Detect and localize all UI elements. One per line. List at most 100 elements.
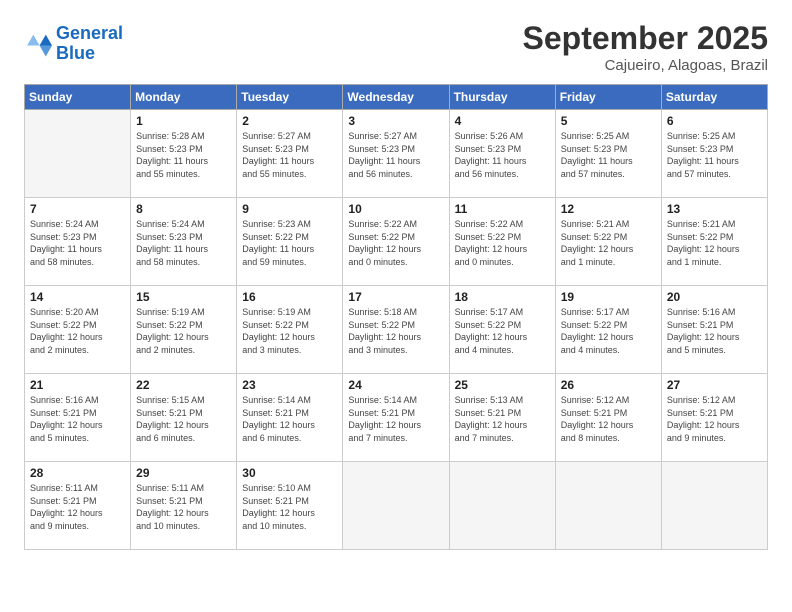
weekday-header-tuesday: Tuesday — [237, 85, 343, 110]
calendar-table: SundayMondayTuesdayWednesdayThursdayFrid… — [24, 84, 768, 550]
day-number: 10 — [348, 202, 443, 216]
day-info: Sunrise: 5:16 AM Sunset: 5:21 PM Dayligh… — [30, 394, 125, 444]
day-number: 28 — [30, 466, 125, 480]
calendar-cell: 24 Sunrise: 5:14 AM Sunset: 5:21 PM Dayli… — [343, 374, 449, 462]
day-info: Sunrise: 5:23 AM Sunset: 5:22 PM Dayligh… — [242, 218, 337, 268]
calendar-cell: 10 Sunrise: 5:22 AM Sunset: 5:22 PM Dayli… — [343, 198, 449, 286]
day-info: Sunrise: 5:11 AM Sunset: 5:21 PM Dayligh… — [136, 482, 231, 532]
logo-text: General Blue — [56, 24, 123, 64]
calendar-cell: 30 Sunrise: 5:10 AM Sunset: 5:21 PM Dayli… — [237, 462, 343, 550]
day-info: Sunrise: 5:22 AM Sunset: 5:22 PM Dayligh… — [455, 218, 550, 268]
day-info: Sunrise: 5:18 AM Sunset: 5:22 PM Dayligh… — [348, 306, 443, 356]
calendar-cell — [661, 462, 767, 550]
day-number: 8 — [136, 202, 231, 216]
day-info: Sunrise: 5:22 AM Sunset: 5:22 PM Dayligh… — [348, 218, 443, 268]
day-info: Sunrise: 5:10 AM Sunset: 5:21 PM Dayligh… — [242, 482, 337, 532]
calendar-cell: 18 Sunrise: 5:17 AM Sunset: 5:22 PM Dayli… — [449, 286, 555, 374]
day-info: Sunrise: 5:12 AM Sunset: 5:21 PM Dayligh… — [667, 394, 762, 444]
day-number: 3 — [348, 114, 443, 128]
day-number: 17 — [348, 290, 443, 304]
title-block: September 2025 Cajueiro, Alagoas, Brazil — [523, 20, 768, 74]
calendar-cell: 9 Sunrise: 5:23 AM Sunset: 5:22 PM Daylig… — [237, 198, 343, 286]
calendar-cell — [343, 462, 449, 550]
calendar-cell: 27 Sunrise: 5:12 AM Sunset: 5:21 PM Dayli… — [661, 374, 767, 462]
calendar-cell: 14 Sunrise: 5:20 AM Sunset: 5:22 PM Dayli… — [25, 286, 131, 374]
location: Cajueiro, Alagoas, Brazil — [523, 57, 768, 74]
weekday-header-wednesday: Wednesday — [343, 85, 449, 110]
day-info: Sunrise: 5:11 AM Sunset: 5:21 PM Dayligh… — [30, 482, 125, 532]
day-number: 27 — [667, 378, 762, 392]
day-info: Sunrise: 5:21 AM Sunset: 5:22 PM Dayligh… — [561, 218, 656, 268]
calendar-cell: 26Sunrise: 5:12 AM Sunset: 5:21 PM Dayli… — [555, 374, 661, 462]
day-info: Sunrise: 5:27 AM Sunset: 5:23 PM Dayligh… — [348, 130, 443, 180]
day-info: Sunrise: 5:13 AM Sunset: 5:21 PM Dayligh… — [455, 394, 550, 444]
day-number: 16 — [242, 290, 337, 304]
calendar-cell: 11Sunrise: 5:22 AM Sunset: 5:22 PM Dayli… — [449, 198, 555, 286]
week-row-4: 21 Sunrise: 5:16 AM Sunset: 5:21 PM Dayli… — [25, 374, 768, 462]
day-info: Sunrise: 5:24 AM Sunset: 5:23 PM Dayligh… — [136, 218, 231, 268]
calendar-cell: 25Sunrise: 5:13 AM Sunset: 5:21 PM Dayli… — [449, 374, 555, 462]
day-info: Sunrise: 5:28 AM Sunset: 5:23 PM Dayligh… — [136, 130, 231, 180]
day-number: 15 — [136, 290, 231, 304]
week-row-2: 7 Sunrise: 5:24 AM Sunset: 5:23 PM Daylig… — [25, 198, 768, 286]
calendar-cell: 7 Sunrise: 5:24 AM Sunset: 5:23 PM Daylig… — [25, 198, 131, 286]
day-info: Sunrise: 5:17 AM Sunset: 5:22 PM Dayligh… — [455, 306, 550, 356]
day-number: 22 — [136, 378, 231, 392]
day-number: 24 — [348, 378, 443, 392]
calendar-cell: 29Sunrise: 5:11 AM Sunset: 5:21 PM Dayli… — [131, 462, 237, 550]
calendar-cell: 3 Sunrise: 5:27 AM Sunset: 5:23 PM Daylig… — [343, 110, 449, 198]
day-info: Sunrise: 5:20 AM Sunset: 5:22 PM Dayligh… — [30, 306, 125, 356]
day-number: 30 — [242, 466, 337, 480]
day-number: 2 — [242, 114, 337, 128]
logo: General Blue — [24, 24, 123, 64]
day-info: Sunrise: 5:19 AM Sunset: 5:22 PM Dayligh… — [136, 306, 231, 356]
day-info: Sunrise: 5:12 AM Sunset: 5:21 PM Dayligh… — [561, 394, 656, 444]
day-info: Sunrise: 5:25 AM Sunset: 5:23 PM Dayligh… — [667, 130, 762, 180]
day-number: 14 — [30, 290, 125, 304]
day-info: Sunrise: 5:25 AM Sunset: 5:23 PM Dayligh… — [561, 130, 656, 180]
day-number: 4 — [455, 114, 550, 128]
day-info: Sunrise: 5:21 AM Sunset: 5:22 PM Dayligh… — [667, 218, 762, 268]
calendar-cell — [555, 462, 661, 550]
day-info: Sunrise: 5:24 AM Sunset: 5:23 PM Dayligh… — [30, 218, 125, 268]
day-info: Sunrise: 5:15 AM Sunset: 5:21 PM Dayligh… — [136, 394, 231, 444]
calendar-cell: 8 Sunrise: 5:24 AM Sunset: 5:23 PM Daylig… — [131, 198, 237, 286]
day-number: 5 — [561, 114, 656, 128]
day-number: 23 — [242, 378, 337, 392]
day-number: 12 — [561, 202, 656, 216]
day-info: Sunrise: 5:14 AM Sunset: 5:21 PM Dayligh… — [242, 394, 337, 444]
logo-blue: Blue — [56, 43, 95, 63]
day-number: 20 — [667, 290, 762, 304]
day-number: 18 — [455, 290, 550, 304]
calendar-cell — [25, 110, 131, 198]
day-number: 6 — [667, 114, 762, 128]
day-info: Sunrise: 5:16 AM Sunset: 5:21 PM Dayligh… — [667, 306, 762, 356]
weekday-header-row: SundayMondayTuesdayWednesdayThursdayFrid… — [25, 85, 768, 110]
day-number: 1 — [136, 114, 231, 128]
day-number: 19 — [561, 290, 656, 304]
day-info: Sunrise: 5:26 AM Sunset: 5:23 PM Dayligh… — [455, 130, 550, 180]
week-row-1: 1 Sunrise: 5:28 AM Sunset: 5:23 PM Daylig… — [25, 110, 768, 198]
calendar-cell: 23 Sunrise: 5:14 AM Sunset: 5:21 PM Dayli… — [237, 374, 343, 462]
calendar-cell: 13Sunrise: 5:21 AM Sunset: 5:22 PM Dayli… — [661, 198, 767, 286]
calendar-cell: 6 Sunrise: 5:25 AM Sunset: 5:23 PM Daylig… — [661, 110, 767, 198]
day-number: 7 — [30, 202, 125, 216]
day-info: Sunrise: 5:17 AM Sunset: 5:22 PM Dayligh… — [561, 306, 656, 356]
day-info: Sunrise: 5:14 AM Sunset: 5:21 PM Dayligh… — [348, 394, 443, 444]
weekday-header-thursday: Thursday — [449, 85, 555, 110]
day-number: 21 — [30, 378, 125, 392]
calendar-cell: 21 Sunrise: 5:16 AM Sunset: 5:21 PM Dayli… — [25, 374, 131, 462]
calendar-cell: 16 Sunrise: 5:19 AM Sunset: 5:22 PM Dayli… — [237, 286, 343, 374]
page: General Blue September 2025 Cajueiro, Al… — [0, 0, 792, 612]
day-info: Sunrise: 5:27 AM Sunset: 5:23 PM Dayligh… — [242, 130, 337, 180]
calendar-cell: 17 Sunrise: 5:18 AM Sunset: 5:22 PM Dayli… — [343, 286, 449, 374]
header: General Blue September 2025 Cajueiro, Al… — [24, 20, 768, 74]
day-info: Sunrise: 5:19 AM Sunset: 5:22 PM Dayligh… — [242, 306, 337, 356]
calendar-cell: 4 Sunrise: 5:26 AM Sunset: 5:23 PM Daylig… — [449, 110, 555, 198]
weekday-header-sunday: Sunday — [25, 85, 131, 110]
calendar-cell: 2 Sunrise: 5:27 AM Sunset: 5:23 PM Daylig… — [237, 110, 343, 198]
month-title: September 2025 — [523, 20, 768, 57]
week-row-5: 28 Sunrise: 5:11 AM Sunset: 5:21 PM Dayli… — [25, 462, 768, 550]
logo-icon — [24, 30, 52, 58]
day-number: 9 — [242, 202, 337, 216]
